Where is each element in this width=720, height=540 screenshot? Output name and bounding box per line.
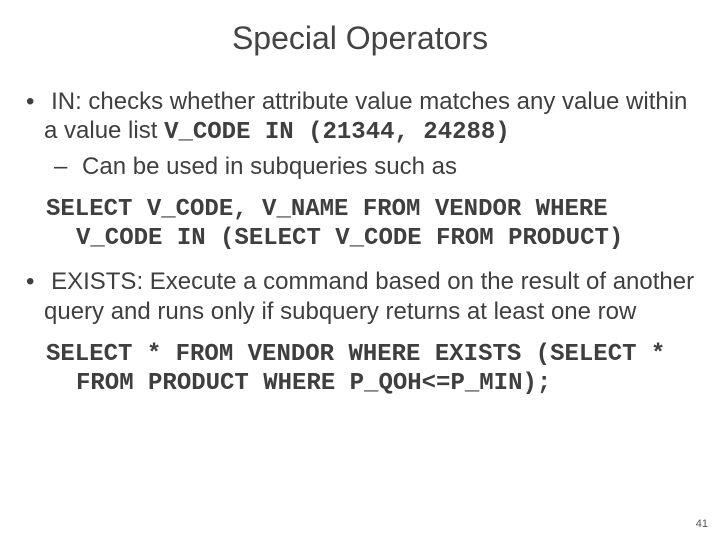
- slide-title: Special Operators: [18, 20, 702, 57]
- bullet-list: IN: checks whether attribute value match…: [18, 87, 702, 398]
- bullet-item: EXISTS: Execute a command based on the r…: [18, 267, 702, 326]
- slide: Special Operators IN: checks whether att…: [0, 0, 720, 540]
- code-block: SELECT V_CODE, V_NAME FROM VENDOR WHERE …: [18, 195, 702, 254]
- sub-bullet-text: Can be used in subqueries such as: [82, 153, 457, 180]
- inline-code: V_CODE IN (21344, 24288): [164, 119, 510, 146]
- bullet-item: IN: checks whether attribute value match…: [18, 87, 702, 181]
- sub-bullet-list: Can be used in subqueries such as: [44, 152, 702, 181]
- page-number: 41: [696, 518, 708, 530]
- sub-bullet-item: Can be used in subqueries such as: [44, 152, 702, 181]
- bullet-text: EXISTS: Execute a command based on the r…: [44, 268, 694, 324]
- code-block: SELECT * FROM VENDOR WHERE EXISTS (SELEC…: [18, 340, 702, 399]
